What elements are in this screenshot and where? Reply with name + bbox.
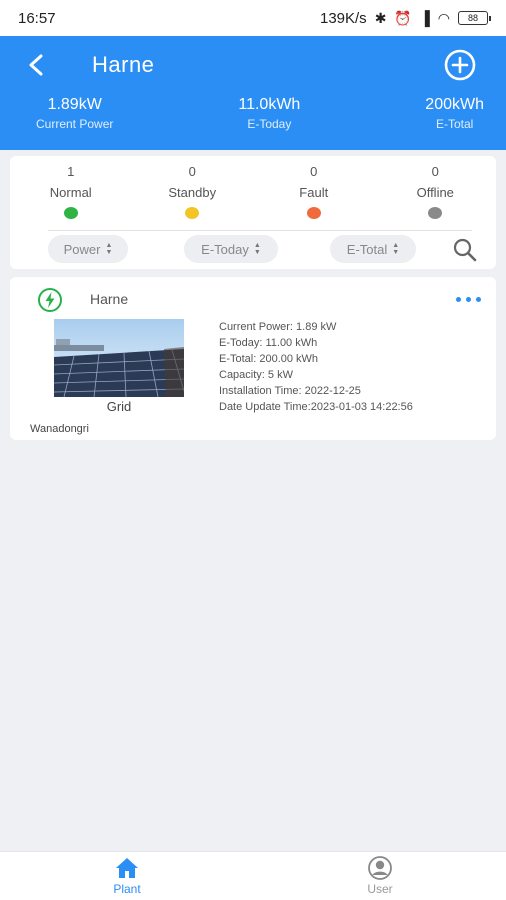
search-icon[interactable] [452, 237, 478, 263]
sort-row: Power ▲ ▼ E-Today ▲ ▼ E-Total ▲ ▼ [10, 235, 496, 265]
network-speed: 139K/s [319, 9, 367, 27]
status-count: 0 [431, 164, 439, 179]
stat-label: E-Total [435, 117, 474, 131]
tab-user[interactable]: User [340, 856, 420, 896]
status-label: Normal [49, 185, 92, 200]
status-count: 1 [67, 164, 75, 179]
lightning-bolt-icon [37, 287, 63, 313]
battery-level: 88 [467, 13, 478, 23]
plant-name: Harne [90, 291, 129, 307]
tab-label: Plant [113, 882, 141, 896]
sort-etoday-button[interactable]: E-Today ▲ ▼ [184, 235, 278, 263]
info-current-power: Current Power: 1.89 kW [219, 321, 337, 333]
info-capacity: Capacity: 5 kW [219, 369, 293, 381]
status-label: Fault [299, 185, 329, 200]
stat-value: 11.0kWh [238, 96, 301, 113]
status-label: Offline [416, 185, 454, 200]
stat-value: 1.89kW [47, 96, 102, 113]
status-label: Standby [168, 185, 217, 200]
sort-etotal-button[interactable]: E-Total ▲ ▼ [330, 235, 416, 263]
sort-arrows-icon: ▲ ▼ [392, 242, 400, 256]
stat-e-total: 200kWh E-Total [425, 96, 484, 131]
status-normal[interactable]: 1 Normal [21, 164, 121, 222]
header: Harne 1.89kW Current Power 11.0kWh E-Tod… [0, 36, 506, 150]
user-icon [367, 856, 393, 880]
status-filter-card: 1 Normal 0 Standby 0 Fault 0 Offline Pow… [10, 156, 496, 269]
tab-plant[interactable]: Plant [87, 856, 167, 896]
sort-arrows-icon: ▲ ▼ [105, 242, 113, 256]
divider [48, 230, 472, 231]
status-count: 0 [188, 164, 196, 179]
bottom-tab-bar: Plant User [0, 851, 506, 900]
status-standby[interactable]: 0 Standby [142, 164, 242, 222]
status-bar: 16:57 139K/s ✱ ⏰ ▐ ◠ 88 [0, 0, 506, 36]
status-dot-fault [306, 207, 321, 219]
stat-value: 200kWh [425, 96, 484, 113]
home-icon [114, 856, 140, 880]
info-e-today: E-Today: 11.00 kWh [219, 337, 318, 349]
add-plant-icon[interactable] [444, 49, 476, 81]
sort-power-button[interactable]: Power ▲ ▼ [48, 235, 128, 263]
status-count: 0 [310, 164, 318, 179]
plant-location: Wanadongri [30, 423, 89, 435]
more-options-icon[interactable] [454, 295, 483, 304]
status-fault[interactable]: 0 Fault [264, 164, 364, 222]
clock: 16:57 [18, 9, 56, 27]
summary-stats: 1.89kW Current Power 11.0kWh E-Today 200… [0, 96, 506, 131]
stat-label: E-Today [247, 117, 292, 131]
back-icon[interactable] [22, 50, 52, 80]
wifi-icon: ◠ [437, 10, 450, 26]
plant-type: Grid [106, 399, 132, 414]
status-dot-normal [63, 207, 78, 219]
battery-icon: 88 [458, 11, 491, 25]
sort-label: E-Today [201, 241, 249, 257]
info-update-time: Date Update Time:2023-01-03 14:22:56 [219, 401, 413, 413]
plant-info: Current Power: 1.89 kW E-Today: 11.00 kW… [219, 319, 413, 415]
sort-label: E-Total [346, 241, 388, 257]
plant-photo [54, 319, 184, 397]
info-e-total: E-Total: 200.00 kWh [219, 353, 319, 365]
alarm-icon: ⏰ [394, 10, 412, 26]
sort-label: Power [63, 241, 101, 257]
stat-current-power: 1.89kW Current Power [36, 96, 113, 131]
bluetooth-icon: ✱ [374, 10, 387, 26]
sort-arrows-icon: ▲ ▼ [253, 242, 261, 256]
tab-label: User [367, 882, 393, 896]
page-title: Harne [92, 52, 155, 77]
status-icons: 139K/s ✱ ⏰ ▐ ◠ 88 [319, 9, 491, 27]
info-installation-time: Installation Time: 2022-12-25 [219, 385, 361, 397]
status-dot-standby [185, 207, 200, 219]
stat-label: Current Power [36, 117, 114, 131]
signal-icon: ▐ [419, 10, 430, 26]
plant-card[interactable]: Harne Grid Current Power: 1.89 kW E-Toda… [10, 277, 496, 440]
status-offline[interactable]: 0 Offline [385, 164, 485, 222]
stat-e-today: 11.0kWh E-Today [238, 96, 300, 131]
status-dot-offline [428, 207, 443, 219]
